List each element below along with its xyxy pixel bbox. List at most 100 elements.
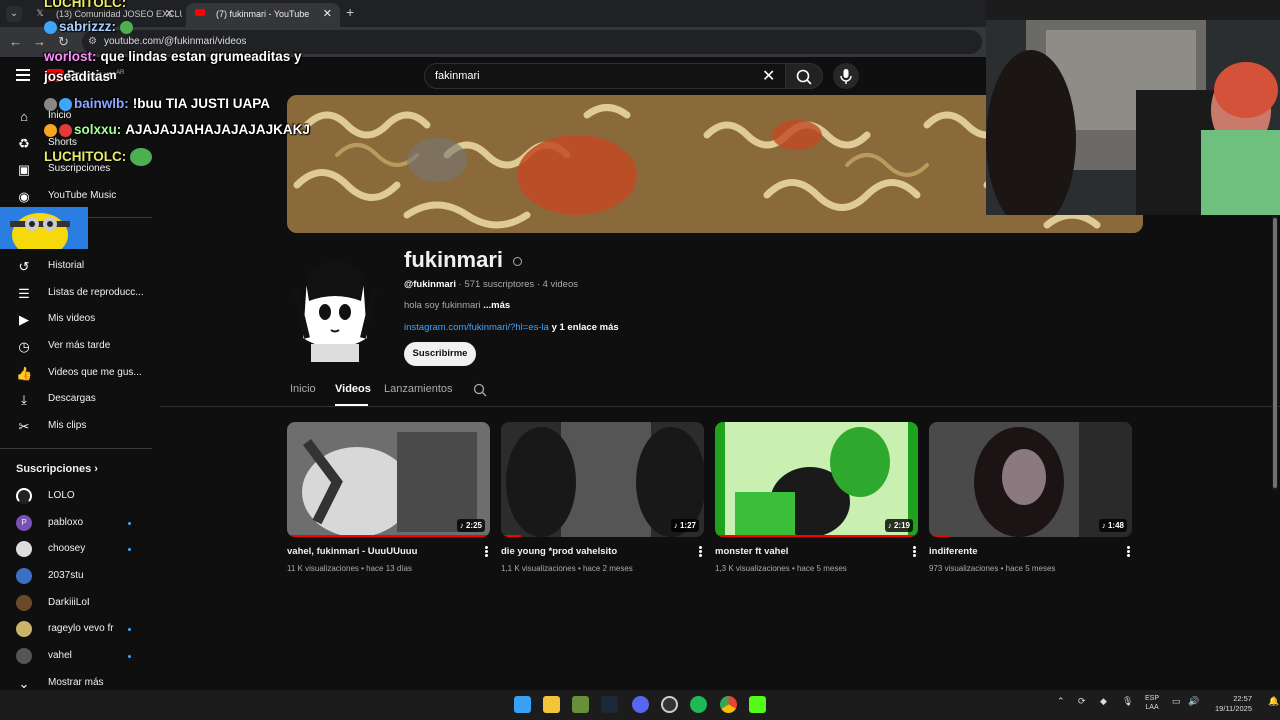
obs-icon[interactable] — [661, 696, 678, 713]
channel-links[interactable]: instagram.com/fukinmari/?hl=es-la y 1 en… — [404, 322, 619, 333]
hamburger-menu-icon[interactable] — [16, 69, 30, 81]
site-info-icon[interactable]: ⚙ — [88, 36, 97, 47]
windows-start-icon[interactable] — [514, 696, 531, 713]
channel-description[interactable]: hola soy fukinmari ...más — [404, 300, 510, 311]
tab-inicio[interactable]: Inicio — [290, 383, 316, 395]
video-meta: 1,1 K visualizaciones • hace 2 meses — [501, 564, 633, 573]
pepe-emote-icon — [130, 148, 153, 166]
sidebar-item-historial[interactable]: ↺ Historial — [0, 253, 150, 279]
clock[interactable]: 22:57 19/11/2025 — [1210, 694, 1252, 714]
history-icon: ↺ — [18, 259, 30, 274]
video-thumbnail[interactable]: ♪ 1:48 — [929, 422, 1132, 537]
kick-icon[interactable] — [749, 696, 766, 713]
discord-icon[interactable] — [632, 696, 649, 713]
close-tab-icon[interactable]: ✕ — [165, 3, 174, 25]
instagram-link[interactable]: instagram.com/fukinmari/?hl=es-la — [404, 322, 549, 333]
security-icon[interactable]: ◆ — [1100, 696, 1107, 707]
sidebar-sub-choosey[interactable]: choosey — [0, 536, 150, 562]
watch-progress-bar — [287, 535, 490, 537]
sidebar-item-listas[interactable]: ☰ Listas de reproducc... — [0, 280, 150, 306]
chat-message: worlost: que lindas estan grumeaditas y j… — [44, 49, 302, 84]
channel-search-icon[interactable] — [473, 383, 487, 397]
music-icon: ◉ — [18, 189, 30, 204]
download-icon: ⤓ — [21, 392, 27, 407]
minecraft-icon[interactable] — [572, 696, 589, 713]
sidebar-item-youtube-music[interactable]: ◉ YouTube Music — [0, 183, 150, 209]
back-icon[interactable]: ← — [9, 34, 22, 49]
shorts-icon: ♻ — [18, 136, 30, 151]
watch-progress-bar — [929, 535, 950, 537]
sidebar: ⌂ Inicio ♻ Shorts ▣ Suscripciones ◉ YouTube … — [0, 95, 155, 695]
tray-expand-icon[interactable]: ⌃ — [1057, 696, 1065, 707]
steam-icon[interactable] — [601, 696, 618, 713]
more-options-icon[interactable] — [913, 546, 917, 558]
tabs-divider — [160, 406, 1280, 407]
new-content-dot — [128, 655, 131, 658]
voice-search-button[interactable] — [833, 63, 859, 89]
description-more-link[interactable]: ...más — [483, 300, 510, 311]
chat-message: LUCHITOLC: — [44, 148, 154, 166]
video-thumbnail[interactable]: ♪ 2:19 — [715, 422, 918, 537]
more-options-icon[interactable] — [1127, 546, 1131, 558]
duration-badge: ♪ 2:25 — [456, 519, 485, 532]
video-title[interactable]: indiferente — [929, 546, 1109, 557]
chat-badge-icon — [44, 97, 57, 111]
chat-badge-icon — [59, 97, 72, 111]
more-options-icon[interactable] — [699, 546, 703, 558]
sidebar-item-descargas[interactable]: ⤓ Descargas — [0, 386, 150, 412]
verified-icon — [513, 257, 522, 266]
spotify-icon[interactable] — [690, 696, 707, 713]
network-icon[interactable]: ▭ — [1172, 696, 1181, 707]
sidebar-subs-header[interactable]: Suscripciones › — [16, 463, 98, 475]
video-thumbnail[interactable]: ♪ 2:25 — [287, 422, 490, 537]
tab-title: (13) Comunidad JOSEO EXCLUS — [56, 9, 182, 19]
tab-lanzamientos[interactable]: Lanzamientos — [384, 383, 453, 395]
search-icon — [796, 69, 812, 85]
channel-avatar[interactable] — [287, 248, 383, 362]
chat-message: bainwlb: !buu TIA JUSTI UAPA — [44, 96, 270, 111]
clear-search-icon[interactable]: ✕ — [762, 66, 775, 86]
avatar — [16, 621, 32, 637]
sidebar-sub-rageylo[interactable]: rageylo vevo fr — [0, 616, 150, 642]
channel-meta: @fukinmari · 571 suscriptores · 4 videos — [404, 279, 579, 290]
browser-tab-youtube[interactable]: (7) fukinmari - YouTube ✕ — [186, 3, 340, 27]
language-indicator[interactable]: ESP LAA — [1145, 694, 1159, 712]
playlists-icon: ☰ — [18, 286, 30, 301]
sidebar-sub-vahel[interactable]: vahel — [0, 643, 150, 669]
close-tab-icon[interactable]: ✕ — [323, 3, 332, 25]
new-tab-button[interactable]: + — [346, 4, 354, 20]
sidebar-item-videos-que-me-gustan[interactable]: 👍 Videos que me gus... — [0, 360, 150, 386]
search-button[interactable] — [785, 63, 823, 89]
subscribe-button[interactable]: Suscribirme — [404, 342, 476, 366]
notification-icon[interactable]: 🔔 — [1268, 696, 1279, 707]
tab-search-icon[interactable]: ⌄ — [6, 6, 22, 22]
volume-icon[interactable]: 🔊 — [1188, 696, 1199, 707]
chat-message: LUCHITOLC: — [44, 0, 127, 10]
chat-message: solxxu: AJAJAJJAHAJAJAJAJKAKJ — [44, 122, 310, 137]
chrome-icon[interactable] — [720, 696, 737, 713]
mic-tray-icon[interactable]: 🎙 — [1122, 696, 1133, 707]
chat-badge-icon — [59, 123, 72, 137]
video-meta: 11 K visualizaciones • hace 13 días — [287, 564, 412, 573]
sidebar-item-mis-videos[interactable]: ▶ Mis videos — [0, 306, 150, 332]
sidebar-sub-2037stu[interactable]: 2037stu — [0, 563, 150, 589]
sidebar-sub-lolo[interactable]: LOLO — [0, 483, 150, 509]
video-title[interactable]: monster ft vahel — [715, 546, 895, 557]
watch-progress-bar — [715, 535, 918, 537]
more-options-icon[interactable] — [485, 546, 489, 558]
file-explorer-icon[interactable] — [543, 696, 560, 713]
tab-title: (7) fukinmari - YouTube — [216, 9, 310, 19]
sidebar-item-ver-mas-tarde[interactable]: ◷ Ver más tarde — [0, 333, 150, 359]
video-title[interactable]: vahel, fukinmari - UuuUUuuu — [287, 546, 467, 557]
sidebar-sub-pabloxo[interactable]: Ppabloxo — [0, 510, 150, 536]
like-icon: 👍 — [16, 366, 33, 381]
sidebar-sub-darkiiiloi[interactable]: DarkiiiLoI — [0, 590, 150, 616]
channel-handle: @fukinmari — [404, 279, 457, 290]
sync-icon[interactable]: ⟳ — [1078, 696, 1086, 707]
sidebar-item-mis-clips[interactable]: ✂ Mis clips — [0, 413, 150, 439]
tab-videos[interactable]: Videos — [335, 383, 371, 395]
page-scrollbar[interactable] — [1272, 215, 1278, 490]
search-input[interactable]: fakinmari — [424, 63, 786, 89]
video-title[interactable]: die young *prod vahelsito — [501, 546, 681, 557]
video-thumbnail[interactable]: ♪ 1:27 — [501, 422, 704, 537]
